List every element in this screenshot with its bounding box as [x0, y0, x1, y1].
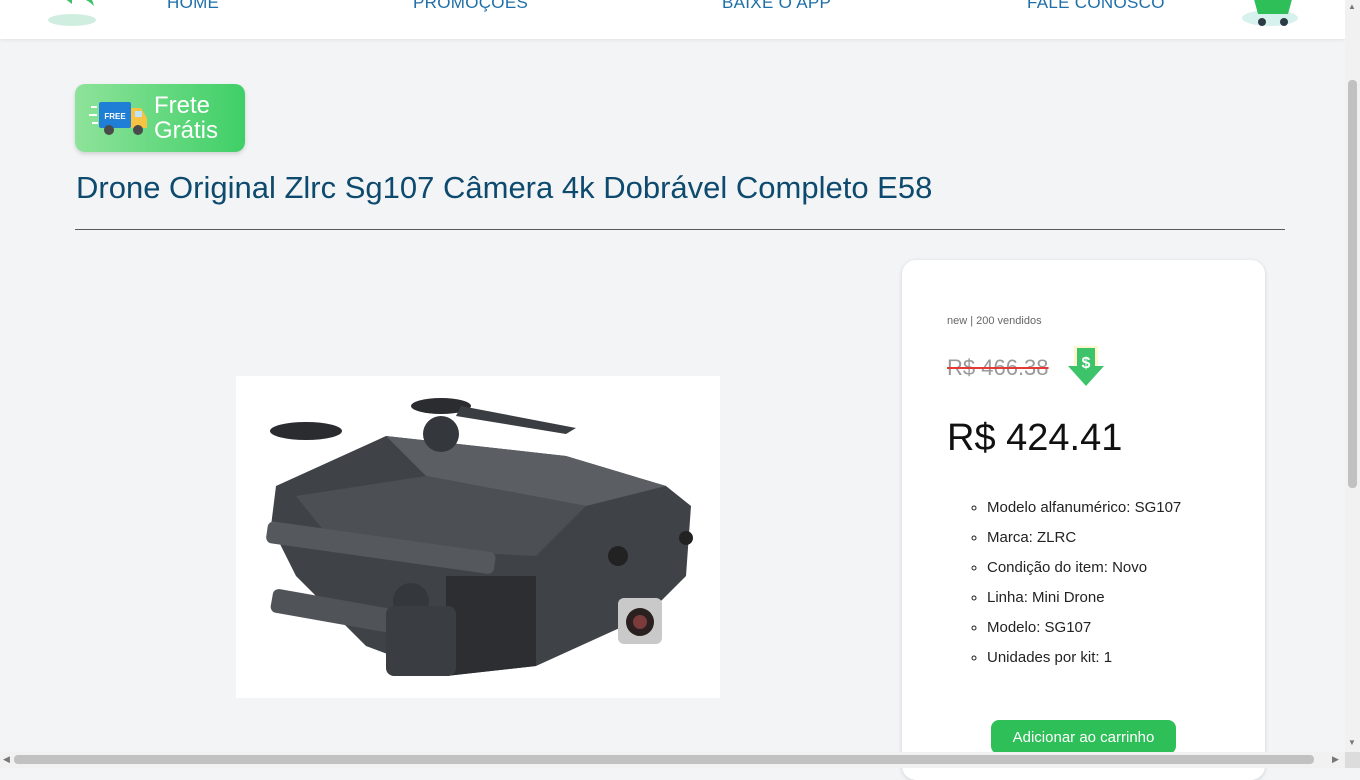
title-divider: [75, 229, 1285, 230]
back-arrow-icon[interactable]: [44, 0, 100, 30]
svg-text:$: $: [1082, 355, 1091, 372]
price-down-dollar-icon: $: [1068, 346, 1104, 386]
scroll-down-arrow-icon[interactable]: ▼: [1348, 738, 1356, 747]
spec-item: Modelo alfanumérico: SG107: [987, 498, 1181, 528]
add-to-cart-button[interactable]: Adicionar ao carrinho: [991, 720, 1176, 754]
nav-home[interactable]: HOME: [167, 0, 219, 13]
scroll-right-arrow-icon[interactable]: ▶: [1332, 754, 1339, 765]
horizontal-scrollbar[interactable]: ◀ ▶: [0, 752, 1345, 768]
badge-truck-text: FREE: [104, 112, 126, 121]
free-shipping-line1: Frete: [154, 92, 211, 119]
drone-product-image: [236, 376, 720, 698]
spec-item: Linha: Mini Drone: [987, 588, 1181, 618]
nav-baixe-o-app[interactable]: BAIXE O APP: [722, 0, 831, 13]
purchase-card: new | 200 vendidos R$ 466.38 $ R$ 424.41…: [902, 260, 1265, 780]
shopping-cart-icon[interactable]: [1238, 0, 1300, 30]
scroll-up-arrow-icon[interactable]: ▲: [1348, 2, 1356, 11]
current-price: R$ 424.41: [947, 417, 1123, 459]
free-shipping-label: Frete Grátis: [154, 93, 218, 143]
nav-promocoes[interactable]: PROMOÇÕES: [413, 0, 528, 13]
scroll-left-arrow-icon[interactable]: ◀: [3, 754, 10, 765]
old-price: R$ 466.38: [947, 355, 1049, 380]
condition-sales-count: new | 200 vendidos: [947, 315, 1042, 327]
spec-item: Marca: ZLRC: [987, 528, 1181, 558]
nav-fale-conosco[interactable]: FALE CONOSCO: [1027, 0, 1165, 13]
top-nav-bar: HOME PROMOÇÕES BAIXE O APP FALE CONOSCO: [0, 0, 1345, 39]
free-shipping-badge: FREE Frete Grátis: [75, 84, 245, 152]
scrollbar-corner: [1345, 752, 1360, 768]
horizontal-scroll-thumb[interactable]: [14, 755, 1314, 764]
vertical-scrollbar[interactable]: ▲ ▼: [1345, 0, 1360, 752]
free-shipping-line2: Grátis: [154, 117, 219, 144]
free-delivery-truck-icon: FREE: [89, 102, 147, 135]
spec-list: Modelo alfanumérico: SG107 Marca: ZLRC C…: [947, 498, 1181, 678]
spec-item: Unidades por kit: 1: [987, 648, 1181, 678]
spec-item: Modelo: SG107: [987, 618, 1181, 648]
vertical-scroll-thumb[interactable]: [1348, 80, 1357, 488]
product-title: Drone Original Zlrc Sg107 Câmera 4k Dobr…: [76, 170, 933, 205]
spec-item: Condição do item: Novo: [987, 558, 1181, 588]
